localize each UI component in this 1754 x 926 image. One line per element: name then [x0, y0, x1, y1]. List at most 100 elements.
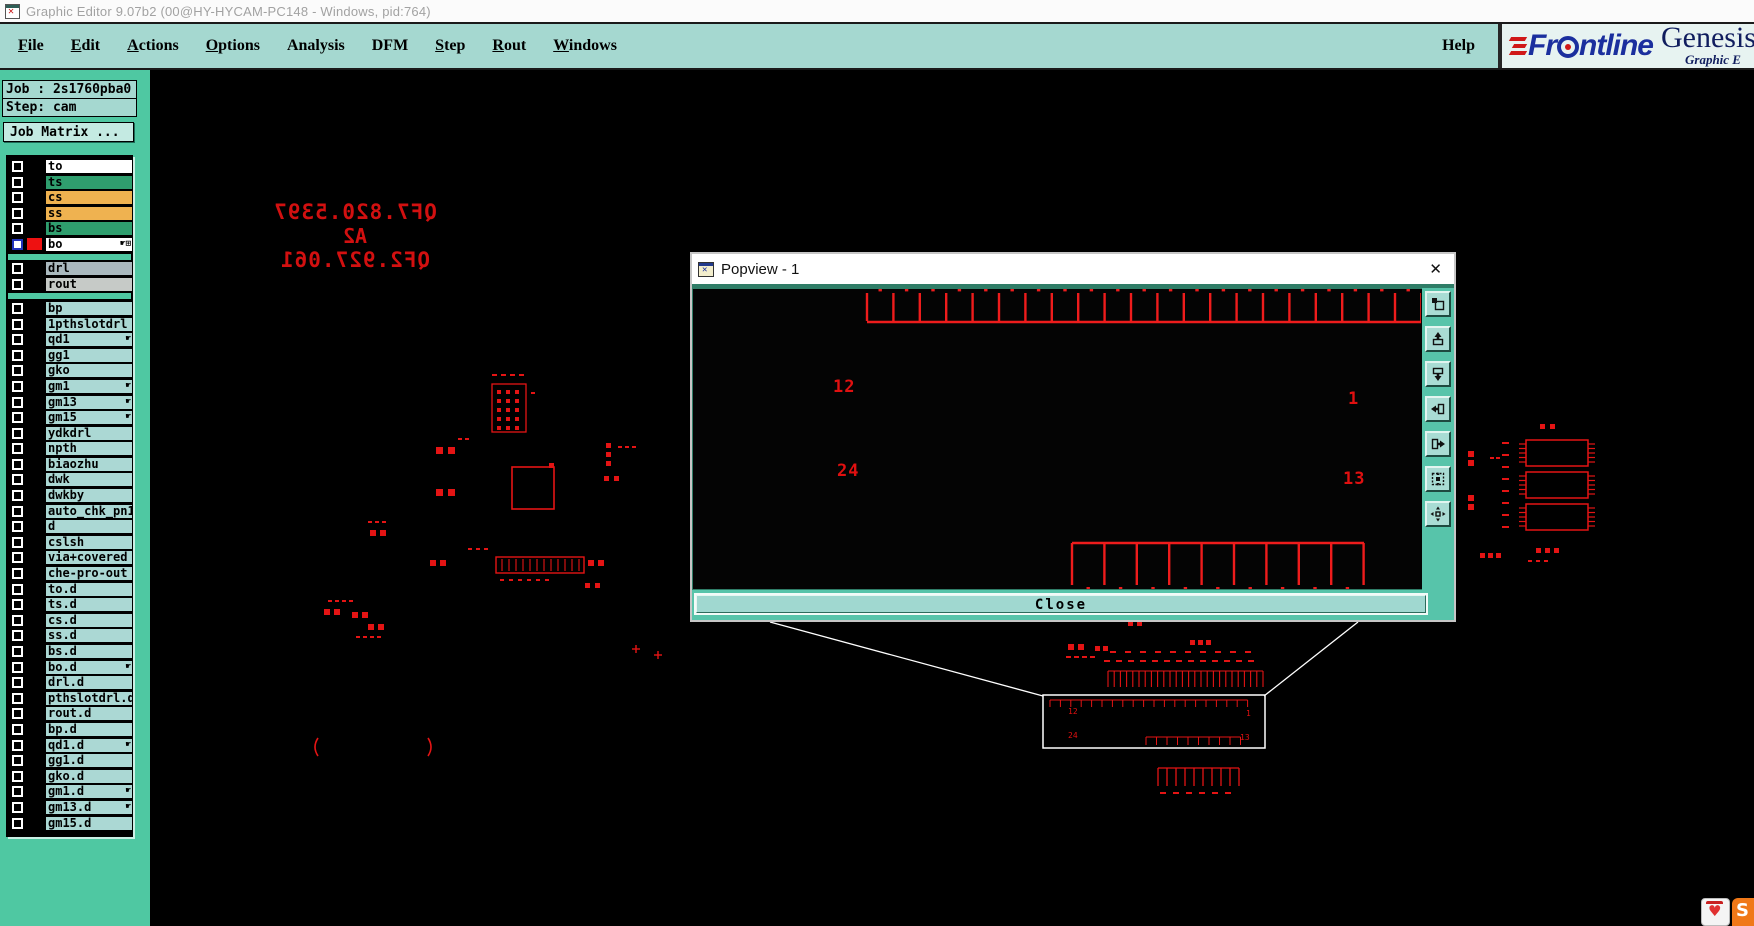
layer-name[interactable]: 1pthslotdrl: [46, 317, 132, 331]
popview-close-x-icon[interactable]: ✕: [1429, 260, 1442, 278]
layer-visibility-checkbox[interactable]: [12, 349, 23, 361]
layer-visibility-checkbox[interactable]: [12, 505, 23, 517]
layer-visibility-checkbox[interactable]: [12, 161, 23, 172]
layer-name[interactable]: gm15.d: [46, 816, 132, 830]
layer-name[interactable]: drl: [46, 262, 132, 276]
layer-visibility-checkbox[interactable]: [12, 223, 23, 235]
popview-pan-left-button[interactable]: [1425, 396, 1451, 422]
layer-name[interactable]: qd1 ☛: [46, 333, 132, 347]
layer-visibility-checkbox[interactable]: [12, 739, 23, 751]
popview-pan-all-button[interactable]: [1425, 501, 1451, 527]
layer-visibility-checkbox[interactable]: [12, 661, 23, 673]
layer-visibility-checkbox[interactable]: [12, 568, 23, 580]
layer-visibility-checkbox[interactable]: [12, 817, 23, 829]
close-button[interactable]: Close: [696, 595, 1426, 613]
layer-visibility-checkbox[interactable]: [12, 192, 23, 204]
layer-visibility-checkbox[interactable]: [12, 263, 23, 275]
orange-badge-icon[interactable]: [1732, 898, 1754, 926]
menu-dfm[interactable]: DFM: [363, 33, 417, 59]
safety-home-icon[interactable]: [1701, 898, 1730, 926]
layer-visibility-checkbox[interactable]: [12, 583, 23, 595]
layer-visibility-checkbox[interactable]: [12, 490, 23, 502]
layer-name[interactable]: via+covered: [46, 551, 132, 565]
layer-visibility-checkbox[interactable]: [12, 708, 23, 720]
layer-visibility-checkbox[interactable]: [12, 207, 23, 219]
layer-color-swatch[interactable]: [27, 238, 42, 251]
layer-name[interactable]: drl.d: [46, 676, 132, 690]
layer-name[interactable]: ts.d: [46, 598, 132, 612]
layer-visibility-checkbox[interactable]: [12, 536, 23, 548]
layer-visibility-checkbox[interactable]: [12, 427, 23, 439]
layer-name[interactable]: bp.d: [46, 722, 132, 736]
layer-visibility-checkbox[interactable]: [12, 365, 23, 377]
layer-name[interactable]: to: [46, 160, 132, 173]
layer-name[interactable]: gm1.d ☛: [46, 785, 132, 799]
layer-name[interactable]: gko.d: [46, 769, 132, 783]
layer-name[interactable]: qd1.d ☛: [46, 738, 132, 752]
menu-edit[interactable]: Edit: [62, 33, 109, 59]
menu-file[interactable]: File: [9, 33, 53, 59]
layer-visibility-checkbox[interactable]: [12, 723, 23, 735]
layer-name[interactable]: biaozhu: [46, 457, 132, 471]
menu-options[interactable]: Options: [197, 33, 269, 59]
layer-visibility-checkbox[interactable]: [12, 412, 23, 424]
layer-name[interactable]: bo.d ☛: [46, 660, 132, 674]
layer-name[interactable]: gm15 ☛: [46, 411, 132, 425]
layer-visibility-checkbox[interactable]: [12, 599, 23, 611]
layer-visibility-checkbox[interactable]: [12, 176, 23, 188]
layer-visibility-checkbox[interactable]: [12, 458, 23, 470]
layer-visibility-checkbox[interactable]: [12, 521, 23, 533]
layer-name[interactable]: bs.d: [46, 645, 132, 658]
menu-windows[interactable]: Windows: [544, 33, 626, 59]
layer-visibility-checkbox[interactable]: [12, 278, 23, 290]
layer-name[interactable]: dwkby: [46, 489, 132, 503]
layer-name[interactable]: gg1: [46, 348, 132, 362]
layer-name[interactable]: cslsh: [46, 535, 132, 549]
layer-name[interactable]: dwk: [46, 473, 132, 487]
layer-name[interactable]: cs: [46, 191, 132, 205]
layer-visibility-checkbox[interactable]: [12, 318, 23, 330]
layer-name[interactable]: auto_chk_pn1: [46, 504, 132, 518]
layer-visibility-checkbox[interactable]: [12, 396, 23, 408]
layer-name[interactable]: gm13.d ☛: [46, 800, 132, 814]
layer-visibility-checkbox[interactable]: [12, 302, 23, 314]
layer-name[interactable]: ss: [46, 206, 132, 220]
layer-name[interactable]: cs.d: [46, 613, 132, 627]
layer-name[interactable]: gko: [46, 364, 132, 378]
layer-name[interactable]: ts: [46, 175, 132, 189]
popview-pan-right-button[interactable]: [1425, 431, 1451, 457]
popview-viewport[interactable]: 12 1 24 13: [692, 288, 1422, 590]
menu-rout[interactable]: Rout: [483, 33, 535, 59]
layer-visibility-checkbox[interactable]: [12, 630, 23, 642]
layer-visibility-checkbox[interactable]: [12, 692, 23, 704]
layer-visibility-checkbox[interactable]: [12, 677, 23, 689]
popview-zoom-corner-button[interactable]: [1425, 291, 1451, 317]
layer-name[interactable]: bs: [46, 222, 132, 236]
layer-name[interactable]: gm13 ☛: [46, 395, 132, 409]
popview-titlebar[interactable]: Popview - 1 ✕: [692, 254, 1454, 284]
layer-visibility-checkbox[interactable]: [12, 238, 23, 250]
layer-name[interactable]: ss.d: [46, 629, 132, 643]
layer-name[interactable]: ydkdrl: [46, 426, 132, 440]
layer-name[interactable]: rout.d: [46, 707, 132, 721]
menu-analysis[interactable]: Analysis: [278, 33, 354, 59]
menu-step[interactable]: Step: [426, 33, 474, 59]
layer-visibility-checkbox[interactable]: [12, 786, 23, 798]
layer-visibility-checkbox[interactable]: [12, 334, 23, 346]
layer-name[interactable]: to.d: [46, 582, 132, 596]
layer-visibility-checkbox[interactable]: [12, 770, 23, 782]
layer-name[interactable]: npth: [46, 442, 132, 456]
os-titlebar[interactable]: Graphic Editor 9.07b2 (00@HY-HYCAM-PC148…: [0, 0, 1754, 23]
layer-visibility-checkbox[interactable]: [12, 801, 23, 813]
layer-name[interactable]: rout: [46, 277, 132, 291]
layer-visibility-checkbox[interactable]: [12, 552, 23, 564]
popview-pan-up-button[interactable]: [1425, 326, 1451, 352]
layer-visibility-checkbox[interactable]: [12, 614, 23, 626]
menu-actions[interactable]: Actions: [118, 33, 188, 59]
layer-name[interactable]: bo ☛⊞: [46, 237, 132, 251]
layer-name[interactable]: bp: [46, 301, 132, 315]
layer-name[interactable]: che-pro-out: [46, 567, 132, 581]
layer-name[interactable]: pthslotdrl.d: [46, 691, 132, 705]
layer-visibility-checkbox[interactable]: [12, 380, 23, 392]
layer-visibility-checkbox[interactable]: [12, 443, 23, 455]
